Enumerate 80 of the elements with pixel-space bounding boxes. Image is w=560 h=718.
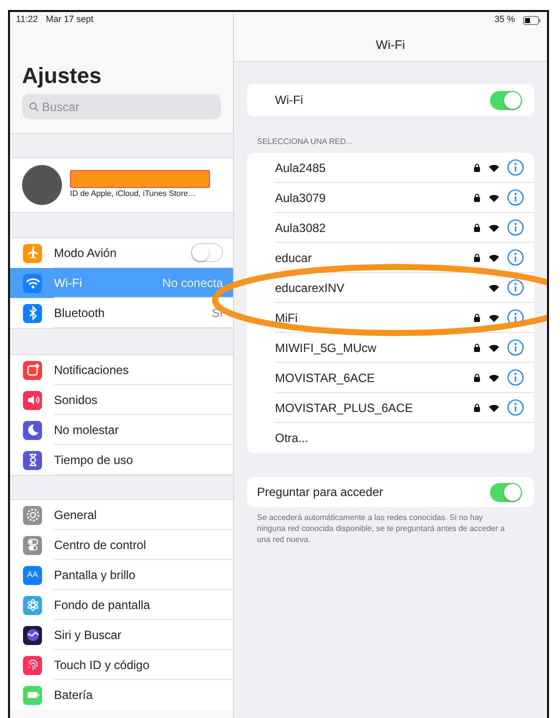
info-button[interactable]	[507, 279, 524, 296]
wifi-signal-icon	[488, 402, 500, 412]
status-date: Mar 17 sept	[46, 13, 94, 26]
item-label: Siri y Buscar	[54, 626, 122, 644]
sidebar-item[interactable]: Tiempo de uso	[10, 445, 233, 475]
wifi-signal-icon	[488, 192, 500, 202]
sidebar-item[interactable]: Sonidos	[10, 385, 233, 415]
sidebar-item[interactable]: Fondo de pantalla	[10, 590, 233, 620]
toggle-switch[interactable]	[490, 482, 522, 502]
network-name: educarexINV	[275, 280, 344, 296]
network-name: MOVISTAR_PLUS_6ACE	[275, 400, 413, 416]
sidebar-item[interactable]: AA Pantalla y brillo	[10, 560, 233, 590]
wifi-signal-icon	[488, 162, 500, 172]
network-row[interactable]: Aula3079	[247, 183, 534, 213]
wifi-signal-icon	[488, 252, 500, 262]
network-row[interactable]: Aula2485	[247, 153, 534, 183]
network-name: MIWIFI_5G_MUcw	[275, 340, 376, 356]
sidebar-item[interactable]: Modo Avión	[10, 238, 233, 268]
wifi-signal-icon	[488, 372, 500, 382]
network-name: Aula3079	[275, 190, 326, 206]
network-name: MiFi	[275, 310, 298, 326]
info-button[interactable]	[507, 219, 524, 236]
item-label: No molestar	[54, 422, 119, 438]
sidebar-item[interactable]: Notificaciones	[10, 355, 233, 385]
network-row[interactable]: educar	[247, 243, 534, 273]
item-label: Modo Avión	[54, 244, 116, 262]
network-name: Aula3082	[275, 220, 326, 236]
network-row[interactable]: MiFi	[247, 303, 534, 333]
text-size-icon: AA	[23, 566, 42, 584]
search-field[interactable]: Buscar	[22, 94, 221, 119]
network-row[interactable]: educarexINV	[247, 273, 534, 303]
other-network-link[interactable]: Otra...	[275, 429, 308, 447]
profile-subtitle: ID de Apple, iCloud, iTunes Store…	[70, 188, 197, 200]
item-label: Wi-Fi	[54, 274, 82, 292]
wifi-signal-icon	[488, 222, 500, 232]
network-row[interactable]: MOVISTAR_6ACE	[247, 363, 534, 393]
status-time: 11:22	[16, 13, 38, 26]
toggle-switch[interactable]	[191, 243, 223, 262]
network-name: educar	[275, 250, 312, 266]
sidebar-item[interactable]: No molestar	[10, 415, 233, 445]
info-button[interactable]	[507, 339, 524, 356]
toggle-switch[interactable]	[490, 90, 522, 110]
network-name: MOVISTAR_6ACE	[275, 370, 375, 386]
battery-percent: 35 %	[494, 13, 515, 26]
wifi-signal-icon	[488, 342, 500, 352]
sidebar-item[interactable]: Batería	[10, 680, 233, 710]
page-title: Wi-Fi	[374, 36, 406, 54]
network-name: Aula2485	[275, 160, 326, 176]
section-header: SELECCIONA UNA RED...	[256, 136, 354, 148]
sidebar-item[interactable]: General	[10, 500, 233, 530]
item-label: Fondo de pantalla	[54, 596, 150, 614]
item-label: Bluetooth	[54, 304, 105, 322]
network-row[interactable]: MIWIFI_5G_MUcw	[247, 333, 534, 363]
sidebar-item[interactable]: Touch ID y código	[10, 650, 233, 680]
item-label: Sonidos	[54, 392, 98, 408]
wifi-signal-icon	[488, 312, 500, 322]
photo-placeholder	[22, 165, 62, 205]
item-label: General	[54, 506, 97, 524]
settings-title: Ajustes	[22, 62, 102, 90]
network-row[interactable]: MOVISTAR_PLUS_6ACE	[247, 393, 534, 423]
item-label: Touch ID y código	[54, 656, 150, 674]
sidebar-item[interactable]: Siri y Buscar	[10, 620, 233, 650]
sidebar-item[interactable]: Centro de control	[10, 530, 233, 560]
item-label: Tiempo de uso	[54, 452, 133, 468]
item-label: Centro de control	[54, 536, 146, 554]
ask-label: Preguntar para acceder	[257, 484, 384, 501]
item-label: Batería	[54, 687, 93, 704]
wifi-signal-icon	[488, 282, 500, 292]
item-label: Notificaciones	[54, 362, 129, 378]
battery-icon	[523, 16, 541, 24]
info-button[interactable]	[507, 189, 524, 206]
wifi-label: Wi-Fi	[275, 92, 303, 109]
info-button[interactable]	[507, 249, 524, 266]
info-button[interactable]	[507, 369, 524, 386]
item-label: Pantalla y brillo	[54, 566, 136, 584]
info-button[interactable]	[507, 159, 524, 176]
footnote-text: Se accederá automáticamente a las redes conocidas. Si no hay ninguna red conocida disponible, se te preguntará antes de acceder a una red nueva.	[256, 512, 506, 546]
network-row[interactable]: Aula3082	[247, 213, 534, 243]
item-value: No conecta	[162, 274, 223, 292]
info-button[interactable]	[507, 399, 524, 416]
